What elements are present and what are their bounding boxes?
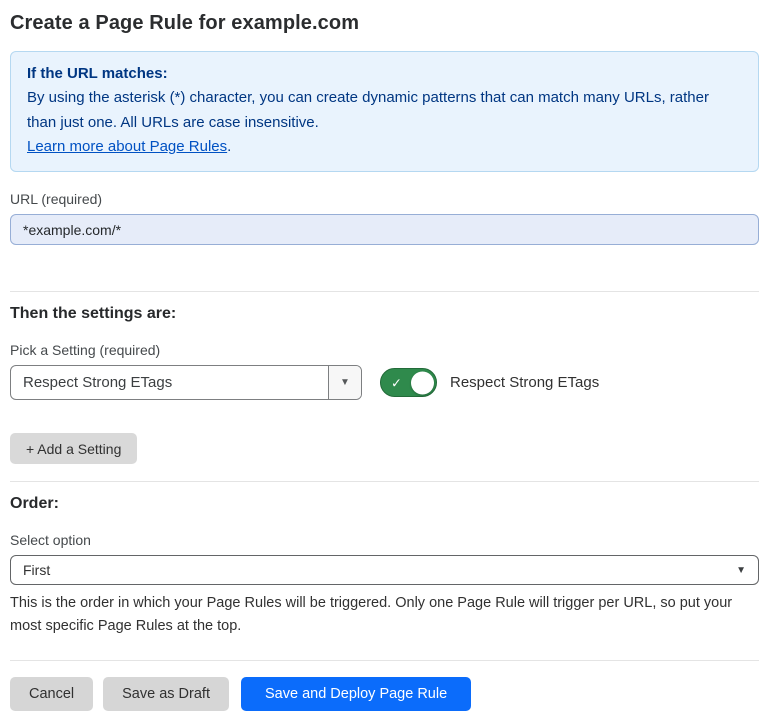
order-select-value: First xyxy=(23,562,50,578)
toggle-knob xyxy=(411,371,434,394)
checkmark-icon: ✓ xyxy=(391,376,402,389)
info-box-body: By using the asterisk (*) character, you… xyxy=(27,86,742,135)
setting-select[interactable]: Respect Strong ETags ▼ xyxy=(10,365,362,400)
etags-toggle-group: ✓ Respect Strong ETags xyxy=(380,368,599,397)
setting-row: Respect Strong ETags ▼ ✓ Respect Strong … xyxy=(10,365,759,400)
page-rule-form: Create a Page Rule for example.com If th… xyxy=(0,0,769,711)
chevron-down-icon: ▼ xyxy=(340,377,350,388)
setting-select-arrow-box[interactable]: ▼ xyxy=(328,366,361,399)
learn-more-link[interactable]: Learn more about Page Rules xyxy=(27,138,227,155)
order-help-text: This is the order in which your Page Rul… xyxy=(10,592,759,637)
url-field-label: URL (required) xyxy=(10,191,759,207)
order-select-label: Select option xyxy=(10,532,759,548)
setting-select-value: Respect Strong ETags xyxy=(11,366,328,399)
save-and-deploy-button[interactable]: Save and Deploy Page Rule xyxy=(241,677,471,711)
pick-setting-label: Pick a Setting (required) xyxy=(10,342,759,358)
url-input[interactable] xyxy=(10,214,759,245)
link-suffix: . xyxy=(227,138,231,155)
footer-buttons: Cancel Save as Draft Save and Deploy Pag… xyxy=(10,677,759,711)
chevron-down-icon: ▼ xyxy=(736,565,746,576)
divider xyxy=(10,291,759,292)
cancel-button[interactable]: Cancel xyxy=(10,677,93,711)
divider xyxy=(10,481,759,482)
etags-toggle[interactable]: ✓ xyxy=(380,368,437,397)
etags-toggle-label: Respect Strong ETags xyxy=(450,374,599,391)
order-select[interactable]: First ▼ xyxy=(10,555,759,585)
order-section-heading: Order: xyxy=(10,495,759,513)
url-matches-info-box: If the URL matches: By using the asteris… xyxy=(10,51,759,172)
settings-section-heading: Then the settings are: xyxy=(10,305,759,323)
save-as-draft-button[interactable]: Save as Draft xyxy=(103,677,229,711)
add-setting-button[interactable]: + Add a Setting xyxy=(10,433,137,464)
divider xyxy=(10,660,759,661)
page-title: Create a Page Rule for example.com xyxy=(10,12,759,35)
info-box-link-line: Learn more about Page Rules. xyxy=(27,135,742,159)
info-box-heading: If the URL matches: xyxy=(27,62,742,86)
